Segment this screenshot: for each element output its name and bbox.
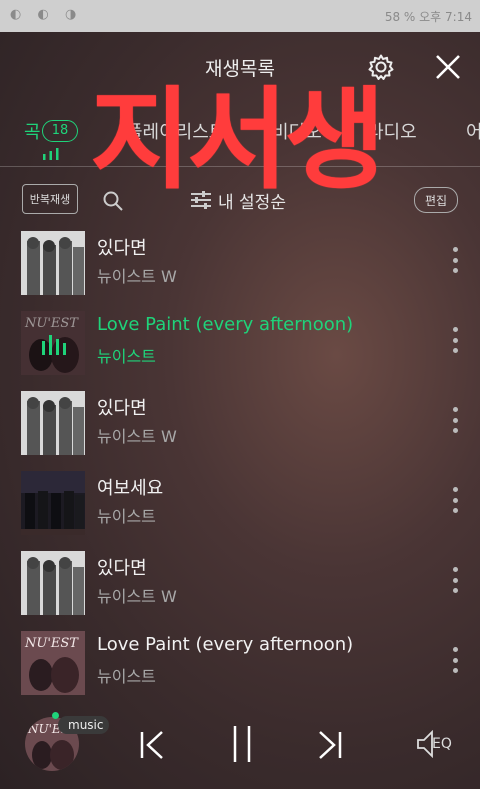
search-icon[interactable] [102, 190, 124, 212]
album-art [21, 471, 85, 535]
tab-songs[interactable]: 곡 [24, 118, 41, 144]
album-art: NU'EST [21, 311, 85, 375]
song-row[interactable]: 있다면 뉴이스트 W [0, 225, 480, 305]
previous-icon[interactable] [138, 730, 166, 760]
repeat-label: 반복재생 [29, 193, 71, 206]
settings-button[interactable] [364, 50, 398, 84]
tab-bar: 곡 18 플레이리스트 비디오 라디오 어 [0, 110, 480, 160]
more-options-icon[interactable] [446, 247, 464, 273]
sort-filter-icon[interactable] [190, 190, 212, 210]
tab-playlist[interactable]: 플레이리스트 [126, 118, 225, 144]
song-row[interactable]: NU'EST Love Paint (every afternoon) 뉴이스트 [0, 625, 480, 705]
tab-video[interactable]: 비디오 [272, 118, 322, 144]
song-title: 있다면 [97, 398, 147, 419]
song-title: Love Paint (every afternoon) [97, 634, 354, 655]
more-options-icon[interactable] [446, 407, 464, 433]
song-artist: 뉴이스트 W [97, 267, 177, 286]
close-icon [436, 55, 460, 79]
music-tag: music [58, 716, 110, 734]
song-row[interactable]: 있다면 뉴이스트 W [0, 385, 480, 465]
sort-label[interactable]: 내 설정순 [218, 188, 286, 213]
list-toolbar: 반복재생 내 설정순 편집 [0, 180, 480, 220]
gear-icon [368, 54, 394, 80]
album-art [21, 231, 85, 295]
pause-icon[interactable] [230, 724, 254, 764]
equalizer-icon [43, 148, 59, 160]
album-art [21, 391, 85, 455]
tab-more[interactable]: 어 [466, 118, 480, 144]
tab-songs-label: 곡 [24, 122, 41, 143]
song-count-badge: 18 [42, 120, 78, 142]
status-dot [52, 712, 59, 719]
album-art [21, 551, 85, 615]
tab-radio[interactable]: 라디오 [367, 118, 417, 144]
status-icons: ◐ ◐ ◑ [10, 7, 83, 22]
close-button[interactable] [432, 51, 464, 83]
more-options-icon[interactable] [446, 487, 464, 513]
status-bar: ◐ ◐ ◑ 58 % 오후 7:14 [0, 0, 480, 32]
song-row[interactable]: 있다면 뉴이스트 W [0, 545, 480, 625]
song-artist: 뉴이스트 [97, 507, 156, 526]
song-row-playing[interactable]: NU'EST Love Paint (every afternoon) 뉴이스트 [0, 305, 480, 385]
song-artist: 뉴이스트 [97, 667, 156, 686]
more-options-icon[interactable] [446, 327, 464, 353]
next-icon[interactable] [316, 730, 344, 760]
edit-label: 편집 [424, 193, 448, 208]
song-artist: 뉴이스트 [97, 347, 156, 366]
song-artist: 뉴이스트 W [97, 587, 177, 606]
song-title: 있다면 [97, 238, 147, 259]
svg-text:NU'EST: NU'EST [24, 636, 79, 651]
song-title: Love Paint (every afternoon) [97, 314, 354, 335]
status-right-text: 58 % 오후 7:14 [384, 10, 472, 24]
mini-player: NU'EST music EQ [0, 700, 480, 789]
song-title: 여보세요 [97, 478, 164, 499]
more-options-icon[interactable] [446, 647, 464, 673]
song-title: 있다면 [97, 558, 147, 579]
page-title: 재생목록 [205, 58, 275, 80]
edit-button[interactable]: 편집 [414, 187, 458, 213]
song-row[interactable]: 여보세요 뉴이스트 [0, 465, 480, 545]
repeat-button[interactable]: 반복재생 [22, 184, 78, 214]
eq-label[interactable]: EQ [432, 736, 452, 752]
more-options-icon[interactable] [446, 567, 464, 593]
album-art: NU'EST [21, 631, 85, 695]
divider [0, 166, 480, 167]
song-artist: 뉴이스트 W [97, 427, 177, 446]
